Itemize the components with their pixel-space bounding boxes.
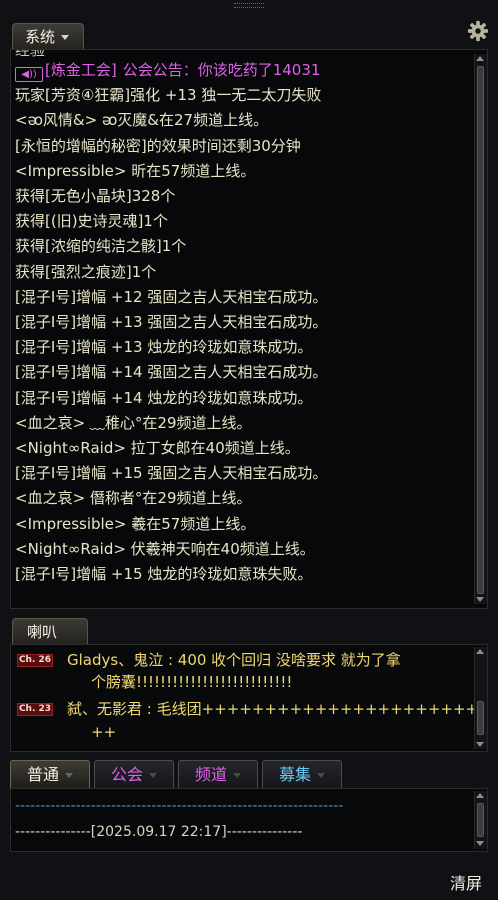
horn-message-panel[interactable]: Ch. 26 Gladys、鬼泣 : 400 收个回归 没啥要求 就为了拿 个膀… bbox=[10, 644, 488, 752]
tab-normal-label: 普通 bbox=[26, 765, 59, 784]
system-message-line: <Night∞Raid> 拉丁女郎在40频道上线。 bbox=[15, 439, 300, 457]
scroll-up-icon[interactable] bbox=[476, 793, 484, 798]
chat-scrollbar[interactable] bbox=[474, 791, 487, 849]
speaker-icon: ◀)) bbox=[15, 67, 43, 82]
tab-channel-label: 频道 bbox=[194, 765, 227, 784]
horn-message-line: Gladys、鬼泣 : 400 收个回归 没啥要求 就为了拿 bbox=[67, 651, 401, 669]
system-message-line: 获得[(旧)史诗灵魂]1个 bbox=[15, 212, 168, 231]
chat-timestamp-line: ---------------[2025.09.17 22:17]-------… bbox=[15, 824, 303, 840]
scroll-down-icon[interactable] bbox=[476, 597, 484, 602]
tab-horn[interactable]: 喇叭 bbox=[12, 618, 88, 644]
system-scroll-thumb[interactable] bbox=[477, 66, 484, 594]
window-drag-handle[interactable] bbox=[234, 3, 264, 8]
system-message-line: [混子I号]增幅 +13 烛龙的玲珑如意珠成功。 bbox=[15, 338, 313, 357]
channel-badge: Ch. 26 bbox=[17, 654, 53, 667]
tab-guild[interactable]: 公会 bbox=[94, 760, 174, 788]
gear-icon[interactable] bbox=[467, 20, 489, 42]
system-message-line: [混子I号]增幅 +14 强固之吉人天相宝石成功。 bbox=[15, 363, 328, 382]
chat-scroll-thumb[interactable] bbox=[477, 803, 484, 837]
guild-tag: [炼金工会] bbox=[45, 61, 117, 79]
chat-message-panel[interactable]: ----------------------------------------… bbox=[10, 788, 488, 852]
chat-window: 系统 经验 ◀)) [炼金工会] 公会公告：你该吃药了14031 玩家[芳资④狂霸]强… bbox=[0, 0, 498, 900]
horn-message-line: 弑、无影君 : 毛线团+++++++++++++++++++++++++++++… bbox=[67, 700, 488, 718]
tab-horn-label: 喇叭 bbox=[27, 623, 58, 641]
system-message-line: [混子I号]增幅 +13 强固之吉人天相宝石成功。 bbox=[15, 313, 328, 331]
system-message-line: [混子I号]增幅 +12 强固之吉人天相宝石成功。 bbox=[15, 287, 328, 306]
scroll-up-icon[interactable] bbox=[476, 56, 484, 61]
system-message-line: <血之哀> ﹏稚心°在29频道上线。 bbox=[15, 413, 252, 432]
system-message-line: 获得[无色小晶块]328个 bbox=[15, 187, 176, 205]
chevron-down-icon bbox=[61, 35, 70, 40]
guild-announcement: 公会公告：你该吃药了14031 bbox=[122, 61, 321, 79]
tab-channel[interactable]: 频道 bbox=[178, 760, 258, 788]
horn-scrollbar[interactable] bbox=[474, 647, 487, 749]
tab-guild-label: 公会 bbox=[110, 765, 143, 784]
horn-message-line: 个膀囊!!!!!!!!!!!!!!!!!!!!!!!!!! bbox=[91, 673, 293, 691]
horn-scroll-thumb[interactable] bbox=[477, 701, 484, 735]
tab-normal[interactable]: 普通 bbox=[10, 760, 90, 788]
system-message-line: ◀)) [炼金工会] 公会公告：你该吃药了14031 bbox=[15, 58, 320, 82]
system-message-line: <血之哀> 僭称者°在29频道上线。 bbox=[15, 489, 252, 508]
scroll-up-icon[interactable] bbox=[476, 649, 484, 654]
chevron-down-icon bbox=[317, 773, 325, 778]
system-message-line: [混子I号]增幅 +14 烛龙的玲珑如意珠成功。 bbox=[15, 388, 313, 407]
system-message-line: 玩家[芳资④狂霸]强化 +13 独一无二太刀失败 bbox=[15, 86, 322, 105]
tab-system[interactable]: 系统 bbox=[12, 23, 84, 49]
chevron-down-icon bbox=[149, 773, 157, 778]
tab-recruit-label: 募集 bbox=[278, 765, 311, 784]
horn-message-line: ++ bbox=[91, 723, 117, 741]
system-message-line: [混子I号]增幅 +15 强固之吉人天相宝石成功。 bbox=[15, 464, 328, 483]
system-message-line: [混子I号]增幅 +15 烛龙的玲珑如意珠失败。 bbox=[15, 565, 313, 583]
clear-screen-button[interactable]: 清屏 bbox=[450, 870, 482, 894]
system-message-line: 获得[浓缩的纯洁之骸]1个 bbox=[15, 237, 187, 256]
system-message-panel[interactable]: 经验 ◀)) [炼金工会] 公会公告：你该吃药了14031 玩家[芳资④狂霸]强化 +… bbox=[10, 49, 488, 609]
system-message-line: <Night∞Raid> 伏羲神天响在40频道上线。 bbox=[15, 539, 315, 558]
scroll-down-icon[interactable] bbox=[476, 841, 484, 846]
tab-system-label: 系统 bbox=[25, 28, 56, 46]
system-scrollbar[interactable] bbox=[474, 54, 487, 604]
chat-separator-line: ----------------------------------------… bbox=[15, 798, 344, 814]
tab-recruit[interactable]: 募集 bbox=[262, 760, 342, 788]
system-message-line: <ᴔ风情&> ᴔ灭魔&在27频道上线。 bbox=[15, 111, 269, 130]
chevron-down-icon bbox=[65, 773, 73, 778]
system-message-line: 获得[强烈之痕迹]1个 bbox=[15, 262, 157, 281]
system-message-line: <Impressible> 昕在57频道上线。 bbox=[15, 161, 256, 180]
system-message-line: [永恒的增幅的秘密]的效果时间还剩30分钟 bbox=[15, 136, 301, 155]
chevron-down-icon bbox=[233, 773, 241, 778]
channel-badge: Ch. 23 bbox=[17, 703, 53, 716]
system-message-line: <Impressible> 羲在57频道上线。 bbox=[15, 514, 256, 533]
scroll-down-icon[interactable] bbox=[476, 742, 484, 747]
